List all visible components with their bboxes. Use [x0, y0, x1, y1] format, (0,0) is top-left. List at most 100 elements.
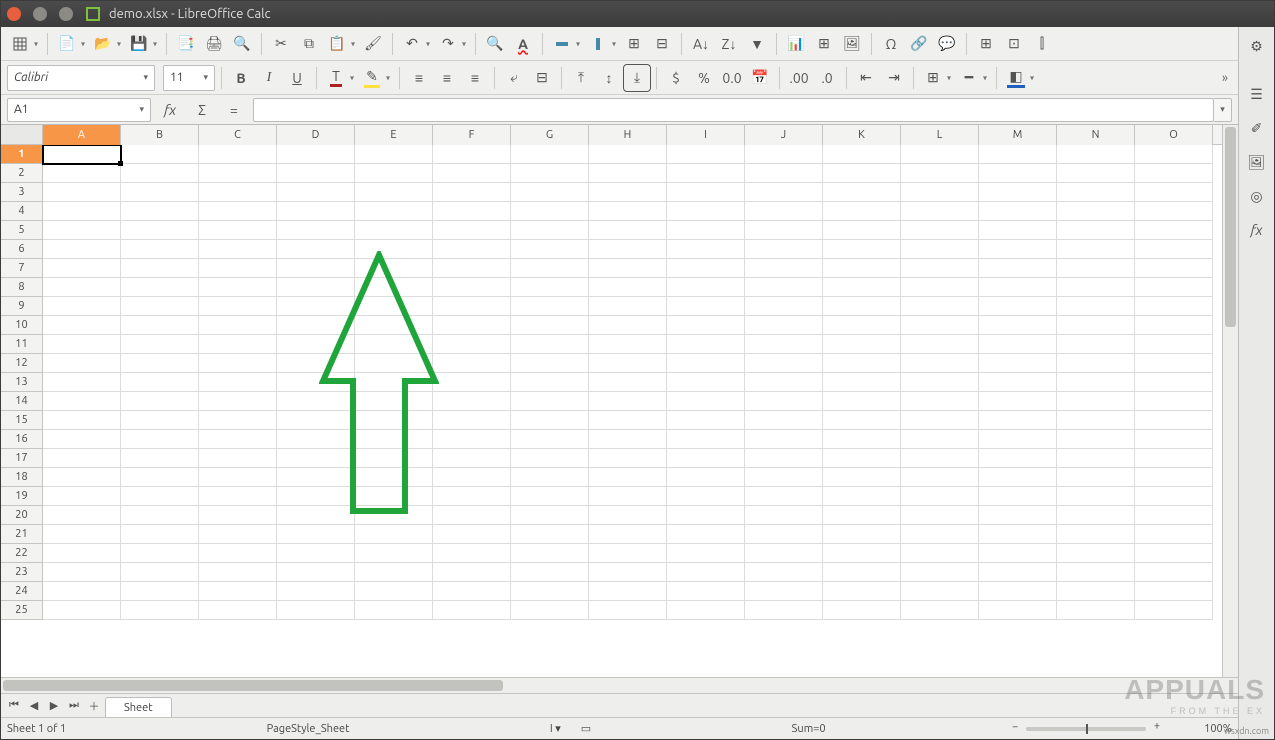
cell[interactable]: [901, 468, 979, 487]
cell[interactable]: [511, 582, 589, 601]
cell[interactable]: [433, 145, 511, 164]
cell[interactable]: [277, 392, 355, 411]
cell[interactable]: [433, 582, 511, 601]
cell[interactable]: [277, 221, 355, 240]
cell[interactable]: [1135, 259, 1213, 278]
cell[interactable]: [979, 164, 1057, 183]
cell[interactable]: [43, 487, 121, 506]
cell[interactable]: [745, 183, 823, 202]
column-header[interactable]: B: [121, 125, 199, 145]
cell[interactable]: [823, 430, 901, 449]
cell[interactable]: [979, 221, 1057, 240]
cell[interactable]: [667, 183, 745, 202]
cell[interactable]: [589, 316, 667, 335]
row-header[interactable]: 6: [1, 240, 43, 259]
cell[interactable]: [511, 506, 589, 525]
cell[interactable]: [979, 335, 1057, 354]
column-header[interactable]: H: [589, 125, 667, 145]
cell[interactable]: [901, 221, 979, 240]
cell[interactable]: [1057, 278, 1135, 297]
cell[interactable]: [901, 430, 979, 449]
cell[interactable]: [511, 525, 589, 544]
selection-mode-indicator[interactable]: ▭: [581, 722, 591, 735]
valign-top-button[interactable]: ⤒: [568, 65, 594, 91]
cell[interactable]: [589, 259, 667, 278]
cell[interactable]: [433, 373, 511, 392]
cell[interactable]: [745, 411, 823, 430]
cell[interactable]: [277, 354, 355, 373]
cell[interactable]: [511, 240, 589, 259]
cell[interactable]: [121, 202, 199, 221]
row-header[interactable]: 15: [1, 411, 43, 430]
cell[interactable]: [277, 183, 355, 202]
cell[interactable]: [979, 449, 1057, 468]
horizontal-scrollbar[interactable]: [1, 678, 1222, 693]
cell[interactable]: [1135, 145, 1213, 164]
pivot-button[interactable]: ⊞: [811, 31, 837, 57]
column-ops-button[interactable]: [585, 31, 619, 57]
cell[interactable]: [433, 544, 511, 563]
cell[interactable]: [823, 221, 901, 240]
cut-button[interactable]: ✂: [268, 31, 294, 57]
cell[interactable]: [355, 221, 433, 240]
merge-cells-button[interactable]: ⊟: [529, 65, 555, 91]
row-header[interactable]: 19: [1, 487, 43, 506]
cell[interactable]: [1057, 373, 1135, 392]
cell[interactable]: [43, 449, 121, 468]
cell[interactable]: [979, 411, 1057, 430]
cell[interactable]: [43, 392, 121, 411]
cell[interactable]: [1135, 449, 1213, 468]
cell[interactable]: [433, 525, 511, 544]
row-header[interactable]: 4: [1, 202, 43, 221]
cell[interactable]: [199, 411, 277, 430]
cell[interactable]: [745, 525, 823, 544]
cell[interactable]: [901, 392, 979, 411]
cell[interactable]: [667, 430, 745, 449]
cell[interactable]: [745, 354, 823, 373]
cell[interactable]: [667, 335, 745, 354]
remove-decimal-button[interactable]: .0: [814, 65, 840, 91]
formula-expand-button[interactable]: ▾: [1214, 98, 1232, 122]
cell[interactable]: [355, 544, 433, 563]
cell[interactable]: [1057, 164, 1135, 183]
cell[interactable]: [433, 449, 511, 468]
cell[interactable]: [199, 468, 277, 487]
row-header[interactable]: 11: [1, 335, 43, 354]
row-header[interactable]: 20: [1, 506, 43, 525]
sidebar-navigator-button[interactable]: ◎: [1244, 183, 1270, 209]
cell[interactable]: [511, 601, 589, 620]
cell[interactable]: [1057, 544, 1135, 563]
cell[interactable]: [277, 259, 355, 278]
cell[interactable]: [199, 544, 277, 563]
cell[interactable]: [511, 335, 589, 354]
cell[interactable]: [979, 525, 1057, 544]
cell[interactable]: [1135, 202, 1213, 221]
cell[interactable]: [199, 354, 277, 373]
cell[interactable]: [355, 354, 433, 373]
cell[interactable]: [1135, 582, 1213, 601]
cell[interactable]: [1135, 278, 1213, 297]
italic-button[interactable]: I: [256, 65, 282, 91]
cell[interactable]: [433, 278, 511, 297]
equals-button[interactable]: =: [221, 97, 247, 123]
cell[interactable]: [121, 601, 199, 620]
cell[interactable]: [511, 373, 589, 392]
insert-mode-indicator[interactable]: I ▾: [550, 722, 561, 735]
cell[interactable]: [979, 316, 1057, 335]
cell[interactable]: [199, 316, 277, 335]
last-sheet-button[interactable]: ⏭: [65, 697, 83, 715]
undo-button[interactable]: ↶: [399, 31, 433, 57]
cell[interactable]: [43, 240, 121, 259]
cell[interactable]: [433, 259, 511, 278]
cell[interactable]: [745, 544, 823, 563]
cell[interactable]: [277, 145, 355, 164]
row-header[interactable]: 18: [1, 468, 43, 487]
cell[interactable]: [199, 297, 277, 316]
row-ops-button[interactable]: [549, 31, 583, 57]
cell[interactable]: [433, 430, 511, 449]
cell[interactable]: [355, 183, 433, 202]
cell[interactable]: [979, 297, 1057, 316]
cell[interactable]: [901, 487, 979, 506]
cell[interactable]: [355, 506, 433, 525]
cell[interactable]: [433, 563, 511, 582]
